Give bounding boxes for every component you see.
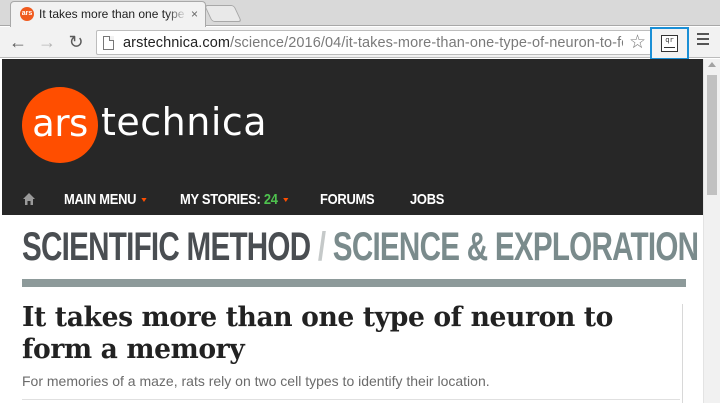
- url-text[interactable]: arstechnica.com/science/2016/04/it-takes…: [123, 34, 623, 52]
- back-icon[interactable]: ←: [7, 31, 29, 53]
- forward-icon[interactable]: →: [36, 31, 58, 53]
- page-icon: [103, 36, 114, 50]
- article-title: It takes more than one type of neuron to…: [22, 302, 614, 365]
- menu-icon[interactable]: [697, 33, 709, 47]
- page-viewport: ars technica MAIN MENU MY STORIES: 24 FO…: [0, 59, 720, 403]
- section-rule: [22, 279, 686, 287]
- url-path: /science/2016/04/it-takes-more-than-one-…: [230, 35, 623, 51]
- url-host: arstechnica.com: [123, 35, 231, 51]
- qr-extension-icon: qr: [661, 35, 678, 52]
- section-main-link[interactable]: SCIENTIFIC METHOD: [22, 225, 311, 269]
- section-slash: /: [310, 225, 333, 269]
- article-subtitle: For memories of a maze, rats rely on two…: [22, 373, 490, 389]
- section-sub-link[interactable]: SCIENCE & EXPLORATION: [333, 225, 699, 269]
- scroll-up-icon[interactable]: [708, 62, 716, 67]
- my-stories-count: 24: [263, 191, 278, 208]
- nav-forums[interactable]: FORUMS: [320, 190, 375, 210]
- logo-technica-text[interactable]: technica: [101, 100, 267, 144]
- home-icon[interactable]: [22, 192, 36, 206]
- scrollbar[interactable]: [703, 59, 720, 403]
- site-nav: MAIN MENU MY STORIES: 24 FORUMS JOBS: [2, 185, 703, 215]
- tab-strip: ars It takes more than one type of neuro…: [0, 0, 720, 27]
- caret-down-icon: [141, 198, 147, 203]
- caret-down-icon: [282, 198, 289, 203]
- bookmark-star-icon[interactable]: ☆: [629, 31, 646, 55]
- ars-favicon-icon: ars: [20, 7, 34, 21]
- tab-title: It takes more than one type of neuron to…: [39, 7, 187, 21]
- nav-main-menu[interactable]: MAIN MENU: [64, 190, 147, 210]
- site-masthead: ars technica MAIN MENU MY STORIES: 24 FO…: [2, 59, 703, 215]
- address-bar[interactable]: arstechnica.com/science/2016/04/it-takes…: [96, 30, 653, 55]
- nav-my-stories[interactable]: MY STORIES: 24: [180, 190, 289, 210]
- nav-jobs[interactable]: JOBS: [410, 190, 444, 210]
- divider: [22, 399, 680, 400]
- tab-close-icon[interactable]: ×: [191, 7, 198, 21]
- section-header: SCIENTIFIC METHOD / SCIENCE & EXPLORATIO…: [22, 225, 699, 269]
- qr-extension-button[interactable]: qr: [650, 27, 689, 60]
- reload-icon[interactable]: ↻: [65, 31, 87, 53]
- new-tab-button[interactable]: [204, 5, 242, 22]
- nav-main-menu-label: MAIN MENU: [64, 191, 137, 208]
- browser-toolbar: ← → ↻ arstechnica.com/science/2016/04/it…: [0, 27, 720, 60]
- sidebar-border: [682, 304, 683, 403]
- nav-my-stories-label: MY STORIES:: [180, 191, 264, 208]
- browser-tab[interactable]: ars It takes more than one type of neuro…: [10, 1, 206, 27]
- scroll-thumb[interactable]: [707, 75, 717, 195]
- ars-logo[interactable]: ars: [22, 87, 98, 163]
- logo-ars-text: ars: [32, 102, 88, 145]
